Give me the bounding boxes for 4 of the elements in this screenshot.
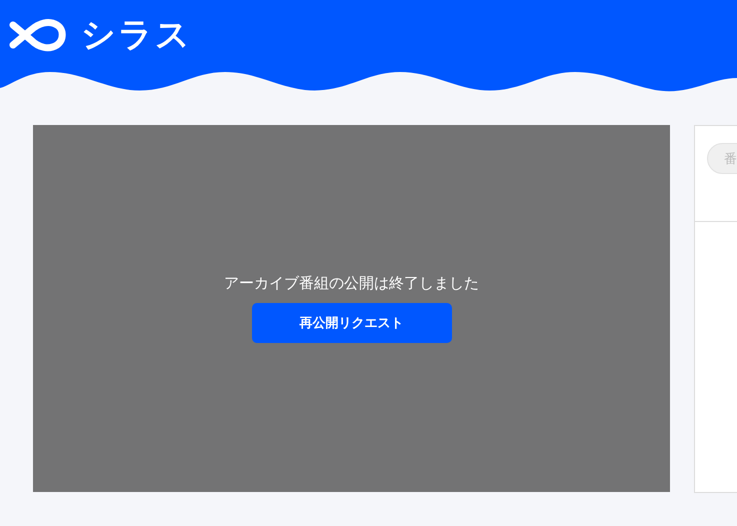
archive-ended-message: アーカイブ番組の公開は終了しました <box>224 274 479 293</box>
fish-logo-icon[interactable] <box>9 18 67 52</box>
logo-text[interactable]: シラス <box>81 16 192 54</box>
republish-request-button[interactable]: 再公開リクエスト <box>252 303 452 343</box>
